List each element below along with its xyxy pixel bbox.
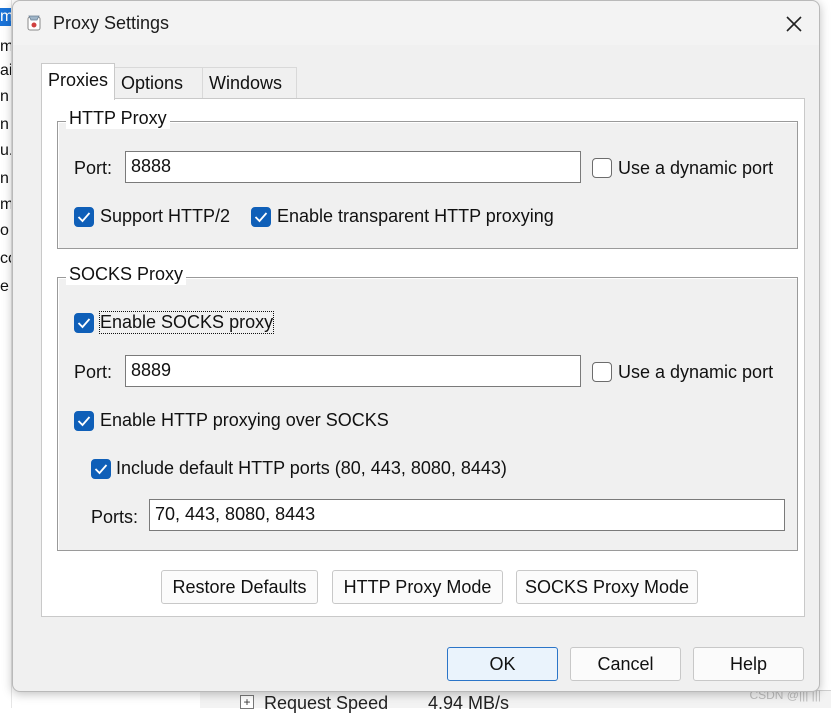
socks-proxy-mode-button[interactable]: SOCKS Proxy Mode (516, 570, 698, 604)
background-list-item: m (0, 196, 12, 213)
background-list-item: e (0, 278, 9, 295)
http-port-input[interactable]: 8888 (125, 151, 581, 183)
support-http2-label[interactable]: Support HTTP/2 (100, 206, 230, 227)
socks-port-label: Port: (74, 362, 113, 382)
ok-button[interactable]: OK (447, 647, 558, 681)
cancel-button[interactable]: Cancel (570, 647, 681, 681)
include-default-ports-label[interactable]: Include default HTTP ports (80, 443, 808… (116, 458, 507, 479)
proxies-tab-panel: HTTP Proxy Port: 8888 Use a dynamic port… (41, 98, 805, 617)
background-list-item: m (0, 8, 12, 26)
help-button[interactable]: Help (693, 647, 804, 681)
expand-icon[interactable]: + (240, 695, 254, 709)
background-list-item: u. (0, 142, 11, 159)
http-over-socks-checkbox[interactable] (74, 411, 94, 431)
tab-proxies[interactable]: Proxies (41, 63, 115, 100)
background-list-item: o (0, 222, 9, 239)
background-session-list: m m ai n n u. n m o co e (0, 0, 12, 708)
stat-value: 4.94 MB/s (428, 693, 510, 713)
socks-proxy-group-title: SOCKS Proxy (66, 264, 187, 285)
http-proxy-mode-button[interactable]: HTTP Proxy Mode (332, 570, 503, 604)
http-dynamic-port-label[interactable]: Use a dynamic port (618, 158, 773, 179)
proxy-settings-dialog: Proxy Settings Proxies Options Windows H… (12, 0, 820, 692)
transparent-proxying-checkbox[interactable] (251, 207, 271, 227)
background-statistics-row: + Request Speed 4.94 MB/s (200, 690, 831, 713)
ports-label: Ports: (91, 507, 139, 527)
restore-defaults-button[interactable]: Restore Defaults (161, 570, 318, 604)
enable-socks-label[interactable]: Enable SOCKS proxy (98, 311, 275, 334)
http-port-label: Port: (74, 158, 113, 178)
background-list-item: co (0, 250, 11, 267)
socks-port-input[interactable]: 8889 (125, 355, 581, 387)
fiddler-app-icon (25, 14, 43, 32)
close-icon[interactable] (781, 11, 807, 37)
http-dynamic-port-checkbox[interactable] (592, 158, 612, 178)
transparent-proxying-label[interactable]: Enable transparent HTTP proxying (277, 206, 554, 227)
enable-socks-checkbox[interactable] (74, 313, 94, 333)
background-list-item: ai (0, 62, 12, 79)
http-proxy-group: HTTP Proxy Port: 8888 Use a dynamic port… (57, 108, 798, 249)
dialog-title: Proxy Settings (53, 13, 170, 33)
background-list-item: n (0, 88, 9, 105)
http-over-socks-label[interactable]: Enable HTTP proxying over SOCKS (100, 410, 389, 431)
socks-proxy-group: SOCKS Proxy Enable SOCKS proxy Port: 888… (57, 264, 798, 551)
ports-input[interactable]: 70, 443, 8080, 8443 (149, 499, 785, 531)
background-list-item: n (0, 116, 9, 133)
title-bar[interactable]: Proxy Settings (13, 1, 819, 45)
tab-options[interactable]: Options (115, 67, 203, 99)
include-default-ports-checkbox[interactable] (91, 459, 111, 479)
support-http2-checkbox[interactable] (74, 207, 94, 227)
http-proxy-group-title: HTTP Proxy (66, 108, 170, 129)
socks-dynamic-port-label[interactable]: Use a dynamic port (618, 362, 773, 383)
tab-windows[interactable]: Windows (203, 67, 297, 99)
background-list-item: n (0, 170, 9, 187)
socks-dynamic-port-checkbox[interactable] (592, 362, 612, 382)
stat-label: Request Speed (264, 693, 389, 713)
background-list-item: m (0, 38, 12, 55)
